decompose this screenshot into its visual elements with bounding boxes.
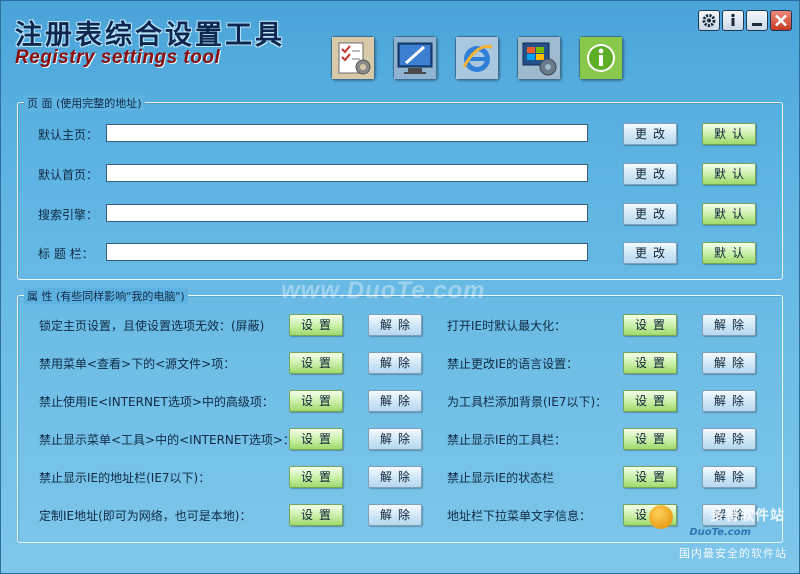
- attribute-set-button[interactable]: 设置: [623, 466, 677, 488]
- attribute-label: 定制IE地址(即可为网络，也可是本地)：: [39, 509, 252, 523]
- attribute-label: 禁止显示IE的工具栏：: [447, 433, 567, 447]
- startpage-default-button[interactable]: 默认: [702, 163, 756, 185]
- homepage-input[interactable]: [106, 124, 588, 142]
- attribute-label: 锁定主页设置，且使设置选项无效：(屏蔽): [39, 319, 265, 333]
- attribute-set-button[interactable]: 设置: [289, 314, 343, 336]
- settings-checklist-icon[interactable]: [331, 36, 375, 80]
- header: 注册表综合设置工具 Registry settings tool: [1, 1, 800, 87]
- attribute-label: 禁止使用IE<INTERNET选项>中的高级项：: [39, 395, 274, 409]
- homepage-label: 默认主页：: [38, 128, 99, 142]
- attribute-unset-button[interactable]: 解除: [368, 504, 422, 526]
- gear-icon[interactable]: [698, 10, 720, 31]
- app-window: 注册表综合设置工具 Registry settings tool 页 面 (使用…: [0, 0, 800, 574]
- attribute-unset-button[interactable]: 解除: [368, 466, 422, 488]
- attribute-unset-button[interactable]: 解除: [368, 314, 422, 336]
- windows-settings-icon[interactable]: [517, 36, 561, 80]
- title-bar-label: 标 题 栏：: [38, 247, 94, 261]
- internet-explorer-icon[interactable]: [455, 36, 499, 80]
- attribute-group-legend: 属 性 (有些同样影响"我的电脑"): [24, 288, 188, 304]
- homepage-default-button[interactable]: 默认: [702, 123, 756, 145]
- attribute-unset-button[interactable]: 解除: [368, 352, 422, 374]
- attribute-set-button[interactable]: 设置: [289, 390, 343, 412]
- page-group-legend: 页 面 (使用完整的地址): [24, 95, 145, 111]
- attribute-label: 地址栏下拉菜单文字信息：: [447, 509, 592, 523]
- attribute-set-button[interactable]: 设置: [623, 390, 677, 412]
- search-engine-input[interactable]: [106, 204, 588, 222]
- title-bar-default-button[interactable]: 默认: [702, 242, 756, 264]
- homepage-change-button[interactable]: 更改: [623, 123, 677, 145]
- attribute-set-button[interactable]: 设置: [623, 314, 677, 336]
- attribute-set-button[interactable]: 设置: [623, 428, 677, 450]
- search-engine-default-button[interactable]: 默认: [702, 203, 756, 225]
- attribute-unset-button[interactable]: 解除: [702, 390, 756, 412]
- title-bar-row: 标 题 栏： 更改 默认: [18, 242, 784, 264]
- attribute-set-button[interactable]: 设置: [623, 504, 677, 526]
- search-engine-label: 搜索引擎：: [38, 208, 99, 222]
- homepage-row: 默认主页： 更改 默认: [18, 123, 784, 145]
- attribute-label: 打开IE时默认最大化：: [447, 319, 567, 333]
- attribute-label: 禁止更改IE的语言设置：: [447, 357, 579, 371]
- attribute-label: 禁止显示IE的状态栏: [447, 471, 555, 485]
- attribute-label: 禁用菜单<查看>下的<源文件>项：: [39, 357, 236, 371]
- attribute-unset-button[interactable]: 解除: [702, 428, 756, 450]
- corner-watermark-line3: 国内最安全的软件站: [679, 547, 787, 560]
- title-bar-input[interactable]: [106, 243, 588, 261]
- startpage-label: 默认首页：: [38, 168, 99, 182]
- startpage-input[interactable]: [106, 164, 588, 182]
- close-icon[interactable]: [770, 10, 792, 31]
- attribute-unset-button[interactable]: 解除: [702, 314, 756, 336]
- attribute-unset-button[interactable]: 解除: [368, 428, 422, 450]
- attribute-unset-button[interactable]: 解除: [702, 504, 756, 526]
- startpage-change-button[interactable]: 更改: [623, 163, 677, 185]
- desktop-tools-icon[interactable]: [393, 36, 437, 80]
- app-title-en: Registry settings tool: [15, 47, 221, 68]
- attribute-set-button[interactable]: 设置: [289, 352, 343, 374]
- attribute-set-button[interactable]: 设置: [289, 504, 343, 526]
- search-engine-change-button[interactable]: 更改: [623, 203, 677, 225]
- attribute-label: 禁止显示IE的地址栏(IE7以下)：: [39, 471, 211, 485]
- startpage-row: 默认首页： 更改 默认: [18, 163, 784, 185]
- attribute-set-button[interactable]: 设置: [289, 428, 343, 450]
- attribute-label: 禁止显示菜单<工具>中的<INTERNET选项>：: [39, 433, 295, 447]
- attribute-unset-button[interactable]: 解除: [702, 466, 756, 488]
- attribute-unset-button[interactable]: 解除: [702, 352, 756, 374]
- page-group: 页 面 (使用完整的地址) 默认主页： 更改 默认 默认首页： 更改 默认 搜索…: [17, 95, 784, 280]
- search-engine-row: 搜索引擎： 更改 默认: [18, 203, 784, 225]
- info-icon[interactable]: [579, 36, 623, 80]
- attribute-set-button[interactable]: 设置: [289, 466, 343, 488]
- attribute-set-button[interactable]: 设置: [623, 352, 677, 374]
- attribute-unset-button[interactable]: 解除: [368, 390, 422, 412]
- attribute-label: 为工具栏添加背景(IE7以下)：: [447, 395, 608, 409]
- minimize-icon[interactable]: [746, 10, 768, 31]
- info-icon[interactable]: [722, 10, 744, 31]
- title-bar-change-button[interactable]: 更改: [623, 242, 677, 264]
